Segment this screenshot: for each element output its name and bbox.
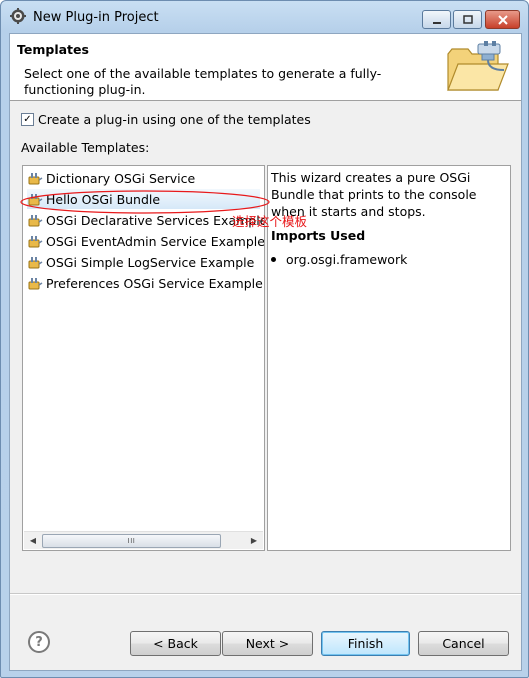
bullet-icon [271, 257, 276, 262]
page-description: Select one of the available templates to… [24, 66, 382, 97]
scroll-right-icon[interactable]: ▶ [246, 532, 262, 549]
list-item[interactable]: Dictionary OSGi Service [27, 168, 195, 188]
template-label: Dictionary OSGi Service [46, 170, 196, 186]
button-bar-separator [10, 593, 521, 595]
page-title: Templates [17, 42, 89, 57]
back-button[interactable]: < Back [130, 631, 221, 656]
imports-heading: Imports Used [271, 228, 366, 243]
templates-list[interactable]: Dictionary OSGi Service Hello OSGi Bundl… [22, 165, 265, 551]
eclipse-gear-icon [10, 8, 26, 24]
wizard-header: Templates Select one of the available te… [10, 34, 521, 101]
finish-button[interactable]: Finish [321, 631, 410, 656]
next-button[interactable]: Next > [222, 631, 313, 656]
list-item[interactable]: OSGi EventAdmin Service Example [27, 231, 265, 251]
title-bar[interactable]: New Plug-in Project [1, 1, 528, 33]
annotation-text: 选择这个模板 [232, 214, 308, 229]
close-icon [497, 14, 508, 25]
plugin-icon [28, 257, 43, 269]
maximize-button[interactable] [453, 10, 482, 29]
close-button[interactable] [485, 10, 520, 29]
use-template-option[interactable]: ✓ Create a plug-in using one of the temp… [21, 112, 311, 127]
window-title: New Plug-in Project [33, 10, 159, 25]
import-label: org.osgi.framework [286, 252, 408, 267]
plugin-icon [28, 278, 43, 290]
minimize-icon [432, 21, 441, 24]
maximize-icon [462, 14, 473, 24]
list-item[interactable]: OSGi Simple LogService Example [27, 252, 254, 272]
template-label: OSGi Simple LogService Example [46, 254, 255, 270]
use-template-label: Create a plug-in using one of the templa… [38, 112, 311, 127]
minimize-button[interactable] [422, 10, 451, 29]
open-folder-plug-icon [447, 41, 509, 91]
import-item: org.osgi.framework [271, 252, 407, 267]
scrollbar-thumb[interactable]: III [42, 534, 221, 548]
template-label: OSGi EventAdmin Service Example [46, 233, 265, 249]
dialog-body: Templates Select one of the available te… [9, 33, 522, 671]
template-label: Preferences OSGi Service Example [46, 275, 263, 291]
use-template-checkbox[interactable]: ✓ [21, 113, 34, 126]
plugin-icon [28, 173, 43, 185]
help-icon[interactable]: ? [28, 631, 50, 653]
scroll-left-icon[interactable]: ◀ [25, 532, 41, 549]
plugin-icon [28, 236, 43, 248]
list-item[interactable]: Preferences OSGi Service Example [27, 273, 263, 293]
new-plugin-project-window: New Plug-in Project Templates Select one… [0, 0, 529, 678]
available-templates-label: Available Templates: [21, 140, 150, 155]
horizontal-scrollbar[interactable]: ◀ III ▶ [24, 531, 263, 549]
cancel-button[interactable]: Cancel [418, 631, 509, 656]
